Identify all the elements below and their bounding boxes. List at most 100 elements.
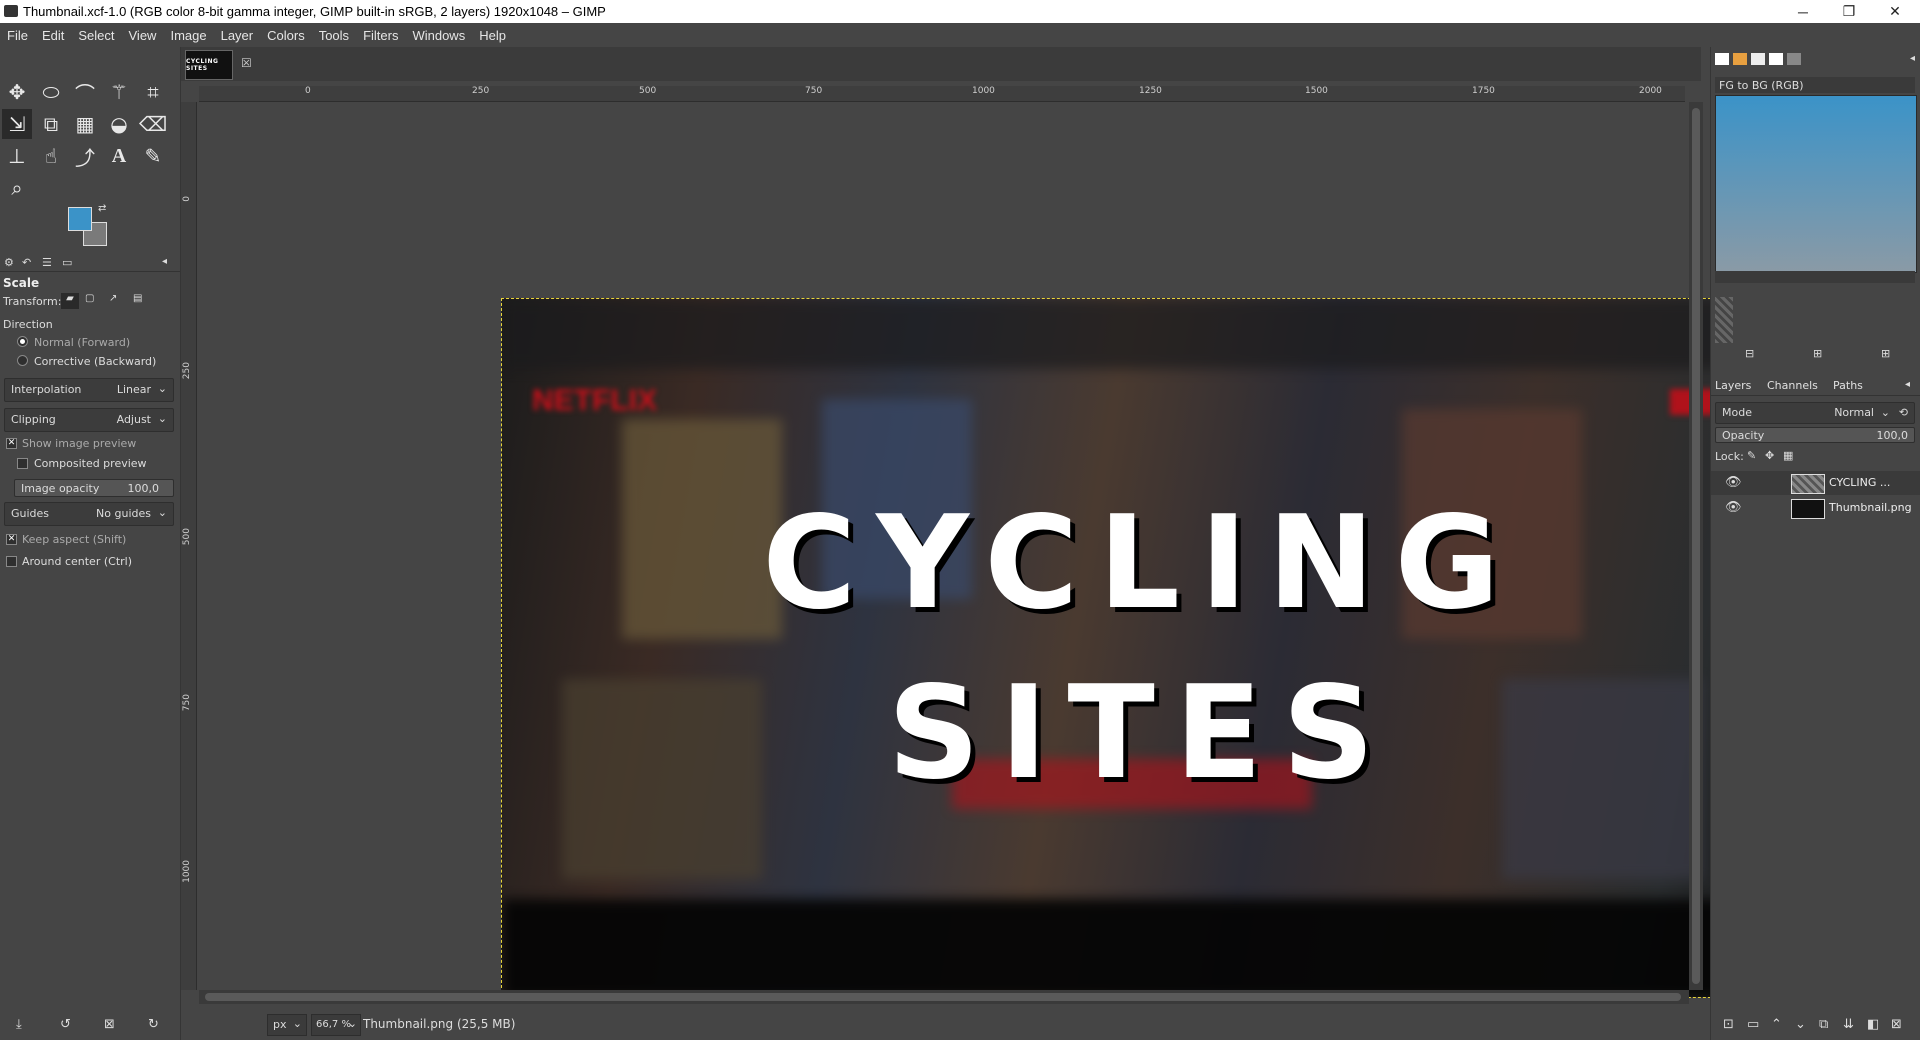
bucket-fill-tool-icon[interactable]: ◒ xyxy=(104,109,134,139)
gradient-tool-icon[interactable]: ▦ xyxy=(70,109,100,139)
fonts-tab-icon[interactable] xyxy=(1751,53,1765,65)
image-opacity-slider[interactable]: Image opacity 100,0 xyxy=(14,479,174,497)
text-tool-icon[interactable]: A xyxy=(104,141,134,171)
zoom-selector[interactable]: 66,7 % ⌄ xyxy=(311,1014,361,1036)
save-options-icon[interactable]: ⤓ xyxy=(16,1017,22,1032)
transform-image-icon[interactable]: ▤ xyxy=(133,293,142,304)
lock-pixels-icon[interactable]: ✎ xyxy=(1747,449,1756,462)
configure-tab-icon[interactable]: ◂ xyxy=(1910,53,1915,64)
around-center-checkbox[interactable] xyxy=(6,556,17,567)
eraser-tool-icon[interactable]: ⌫ xyxy=(138,109,168,139)
transform-selection-icon[interactable]: ▢ xyxy=(85,293,94,304)
lock-position-icon[interactable]: ✥ xyxy=(1765,449,1774,462)
zoom-in-icon[interactable]: ⊞ xyxy=(1813,347,1822,360)
image-tab-thumbnail[interactable]: CYCLING SITES xyxy=(185,50,233,80)
menu-view[interactable]: View xyxy=(122,28,164,43)
merge-down-icon[interactable]: ⇊ xyxy=(1843,1017,1854,1032)
vertical-scrollbar[interactable] xyxy=(1689,102,1703,990)
delete-layer-icon[interactable]: ⊠ xyxy=(1891,1017,1902,1032)
menu-edit[interactable]: Edit xyxy=(35,28,71,43)
ellipse-select-tool-icon[interactable]: ⬭ xyxy=(36,77,66,107)
guides-combo[interactable]: Guides No guides ⌄ xyxy=(4,502,174,526)
clone-tool-icon[interactable]: ⊥ xyxy=(2,141,32,171)
direction-normal-radio[interactable] xyxy=(17,336,28,347)
delete-options-icon[interactable]: ⊠ xyxy=(104,1017,115,1032)
duplicate-layer-icon[interactable]: ⧉ xyxy=(1819,1017,1828,1032)
foreground-color-swatch[interactable] xyxy=(68,207,92,231)
tab-paths[interactable]: Paths xyxy=(1833,379,1863,392)
menu-filters[interactable]: Filters xyxy=(356,28,405,43)
image-canvas[interactable]: NETFLIX CYCLING SITES xyxy=(501,298,1781,998)
crop-tool-icon[interactable]: ⌗ xyxy=(138,77,168,107)
minimize-button[interactable]: ─ xyxy=(1780,0,1826,23)
layer-row[interactable]: 👁 Thumbnail.png xyxy=(1711,496,1920,520)
free-select-tool-icon[interactable]: ⌒ xyxy=(70,77,100,107)
menu-colors[interactable]: Colors xyxy=(260,28,312,43)
zoom-out-icon[interactable]: ⊟ xyxy=(1745,347,1754,360)
smudge-tool-icon[interactable]: ☝ xyxy=(36,141,66,171)
menu-file[interactable]: File xyxy=(0,28,35,43)
horizontal-scroll-thumb[interactable] xyxy=(205,993,1681,1001)
images-tab-icon[interactable]: ▭ xyxy=(62,256,72,269)
document-tab-icon[interactable] xyxy=(1769,53,1783,65)
show-preview-checkbox[interactable]: ✕ xyxy=(6,438,17,449)
transform-path-icon[interactable]: ↗ xyxy=(109,293,117,304)
restore-button[interactable]: ❐ xyxy=(1826,0,1872,23)
color-picker-tool-icon[interactable]: ✎ xyxy=(138,141,168,171)
swap-colors-icon[interactable]: ⇄ xyxy=(98,203,106,214)
configure-tab-icon[interactable]: ◂ xyxy=(1905,379,1910,390)
layers-tab-icon[interactable]: ☰ xyxy=(42,256,52,269)
scale-tool-icon[interactable]: ⇲ xyxy=(2,109,32,139)
layer-row[interactable]: 👁 CYCLING ... xyxy=(1711,471,1920,495)
menu-layer[interactable]: Layer xyxy=(214,28,261,43)
zoom-tool-icon[interactable]: ⌕ xyxy=(2,173,32,203)
layer-mode-combo[interactable]: Mode Normal ⌄ ⟲ xyxy=(1715,402,1915,424)
gradients-tab-icon[interactable] xyxy=(1787,53,1801,65)
menu-tools[interactable]: Tools xyxy=(312,28,356,43)
tool-options-tab-icon[interactable]: ⚙ xyxy=(4,256,14,269)
menu-image[interactable]: Image xyxy=(163,28,213,43)
keep-aspect-checkbox[interactable]: ✕ xyxy=(6,534,17,545)
tab-channels[interactable]: Channels xyxy=(1767,379,1818,392)
layer-opacity-slider[interactable]: Opacity 100,0 xyxy=(1715,427,1915,443)
new-layer-icon[interactable]: ⊡ xyxy=(1723,1017,1734,1032)
composited-preview-checkbox[interactable] xyxy=(17,458,28,469)
close-window-button[interactable]: ✕ xyxy=(1872,0,1918,23)
zoom-all-icon[interactable]: ⊞ xyxy=(1881,347,1890,360)
configure-tab-icon[interactable]: ◂ xyxy=(162,256,167,267)
lock-alpha-icon[interactable]: ▦ xyxy=(1783,449,1793,462)
vertical-scroll-thumb[interactable] xyxy=(1692,108,1700,984)
transform-layer-icon[interactable]: ▰ xyxy=(61,293,79,309)
patterns-tab-icon[interactable] xyxy=(1733,53,1747,65)
layer-mask-icon[interactable]: ◧ xyxy=(1867,1017,1879,1032)
visibility-eye-icon[interactable]: 👁 xyxy=(1725,500,1742,515)
move-tool-icon[interactable]: ✥ xyxy=(2,77,32,107)
gradient-stops-strip[interactable] xyxy=(1715,271,1915,283)
paths-tool-icon[interactable]: ⤴ xyxy=(70,141,100,171)
gradient-preview[interactable] xyxy=(1715,95,1917,273)
gradient-list-item[interactable] xyxy=(1715,297,1733,343)
mode-reset-icon[interactable]: ⟲ xyxy=(1899,406,1908,419)
fuzzy-select-tool-icon[interactable]: ⚚ xyxy=(104,77,134,107)
reset-options-icon[interactable]: ↻ xyxy=(148,1017,159,1032)
menu-help[interactable]: Help xyxy=(472,28,513,43)
raise-layer-icon[interactable]: ⌃ xyxy=(1771,1017,1782,1032)
close-tab-icon[interactable]: ☒ xyxy=(241,56,252,70)
lower-layer-icon[interactable]: ⌄ xyxy=(1795,1017,1806,1032)
canvas-area[interactable]: NETFLIX CYCLING SITES xyxy=(197,102,1781,998)
new-group-icon[interactable]: ▭ xyxy=(1747,1017,1759,1032)
menu-select[interactable]: Select xyxy=(71,28,121,43)
restore-options-icon[interactable]: ↺ xyxy=(60,1017,71,1032)
undo-history-tab-icon[interactable]: ↶ xyxy=(22,256,31,269)
direction-corrective-radio[interactable] xyxy=(17,355,28,366)
unit-selector[interactable]: px ⌄ xyxy=(267,1014,307,1036)
menu-windows[interactable]: Windows xyxy=(405,28,472,43)
interpolation-combo[interactable]: Interpolation Linear ⌄ xyxy=(4,378,174,402)
visibility-eye-icon[interactable]: 👁 xyxy=(1725,475,1742,490)
brushes-tab-icon[interactable] xyxy=(1715,53,1729,65)
unified-transform-tool-icon[interactable]: ⧉ xyxy=(36,109,66,139)
horizontal-scrollbar[interactable] xyxy=(199,990,1689,1004)
tab-layers[interactable]: Layers xyxy=(1715,379,1751,392)
fg-bg-color-selector[interactable]: ⇄ xyxy=(68,203,114,251)
clipping-combo[interactable]: Clipping Adjust ⌄ xyxy=(4,408,174,432)
